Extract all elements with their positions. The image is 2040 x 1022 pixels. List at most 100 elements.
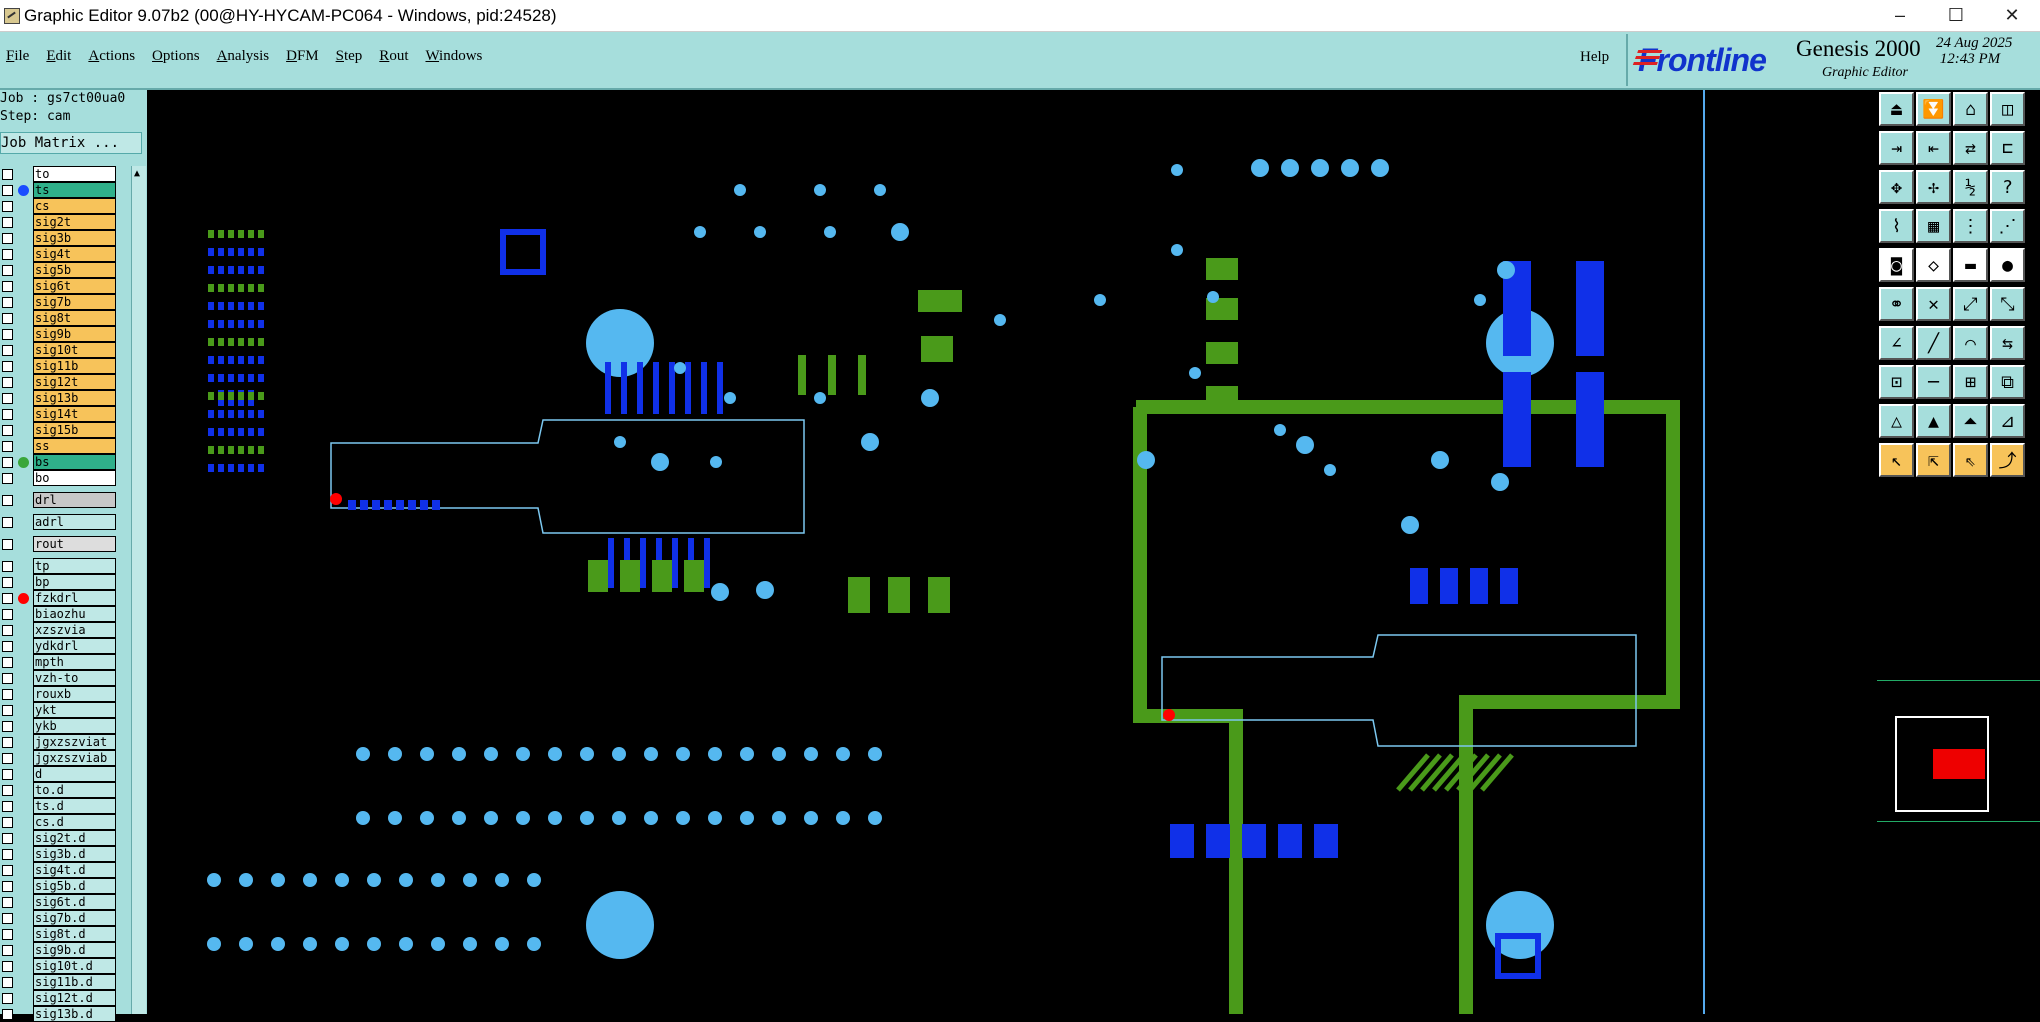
layer-name[interactable]: cs.d bbox=[33, 814, 116, 830]
layer-row-jgxzszviab[interactable]: jgxzszviab bbox=[0, 750, 116, 766]
slope-icon[interactable]: ╱ bbox=[1916, 326, 1951, 360]
overview-viewport[interactable] bbox=[1933, 749, 1985, 779]
layer-checkbox[interactable] bbox=[2, 538, 13, 550]
line-edit-icon[interactable]: ─ bbox=[1916, 365, 1951, 399]
select-outline-icon[interactable]: ⇖ bbox=[1953, 443, 1988, 477]
layer-row-adrl[interactable]: adrl bbox=[0, 514, 116, 530]
menu-rout[interactable]: Rout bbox=[379, 48, 408, 65]
layer-checkbox[interactable] bbox=[2, 928, 13, 940]
select-pointer-icon[interactable]: ↖ bbox=[1879, 443, 1914, 477]
layer-row-sig10t[interactable]: sig10t bbox=[0, 342, 116, 358]
layer-row-bp[interactable]: bp bbox=[0, 574, 116, 590]
layer-name[interactable]: ts bbox=[33, 182, 116, 198]
layer-row-tp[interactable]: tp bbox=[0, 558, 116, 574]
intersect-icon[interactable]: ✕ bbox=[1916, 287, 1951, 321]
layer-scrollbar[interactable]: ▲ bbox=[131, 166, 146, 1014]
flip-icon[interactable]: ⇆ bbox=[1990, 326, 2025, 360]
layer-name[interactable]: sig8t.d bbox=[33, 926, 116, 942]
home-icon[interactable]: ⌂ bbox=[1953, 92, 1988, 126]
layer-row-mpth[interactable]: mpth bbox=[0, 654, 116, 670]
add-pad-icon[interactable]: ◙ bbox=[1879, 248, 1914, 282]
layer-row-sig4t[interactable]: sig4t bbox=[0, 246, 116, 262]
layer-row-bo[interactable]: bo bbox=[0, 470, 116, 486]
layer-checkbox[interactable] bbox=[2, 1008, 13, 1020]
help-icon[interactable]: ? bbox=[1990, 170, 2025, 204]
close-button[interactable]: ✕ bbox=[1984, 0, 2040, 31]
layer-row-sig9b[interactable]: sig9b bbox=[0, 326, 116, 342]
layer-row-sig11b.d[interactable]: sig11b.d bbox=[0, 974, 116, 990]
layer-row-sig4t.d[interactable]: sig4t.d bbox=[0, 862, 116, 878]
layer-checkbox[interactable] bbox=[2, 992, 13, 1004]
pcb-view[interactable] bbox=[148, 90, 1705, 1014]
overview-map[interactable] bbox=[1877, 680, 2040, 822]
layer-name[interactable]: sig10t.d bbox=[33, 958, 116, 974]
menu-file[interactable]: File bbox=[6, 48, 29, 65]
layer-row-jgxzszviat[interactable]: jgxzszviat bbox=[0, 734, 116, 750]
feature-select-icon[interactable]: ⊡ bbox=[1879, 365, 1914, 399]
graphic-canvas[interactable] bbox=[148, 90, 1705, 1014]
export-icon[interactable]: ⇤ bbox=[1916, 131, 1951, 165]
layer-name[interactable]: sig13b.d bbox=[33, 1006, 116, 1022]
layer-checkbox[interactable] bbox=[2, 392, 13, 404]
layer-up-icon[interactable]: ⏏ bbox=[1879, 92, 1914, 126]
layer-name[interactable]: sig14t bbox=[33, 406, 116, 422]
layer-row-sig9b.d[interactable]: sig9b.d bbox=[0, 942, 116, 958]
layer-row-ykb[interactable]: ykb bbox=[0, 718, 116, 734]
layer-name[interactable]: sig7b.d bbox=[33, 910, 116, 926]
layer-checkbox[interactable] bbox=[2, 408, 13, 420]
layer-row-sig7b[interactable]: sig7b bbox=[0, 294, 116, 310]
layer-row-sig8t[interactable]: sig8t bbox=[0, 310, 116, 326]
layer-row-to[interactable]: to bbox=[0, 166, 116, 182]
layer-row-ts.d[interactable]: ts.d bbox=[0, 798, 116, 814]
layer-checkbox[interactable] bbox=[2, 800, 13, 812]
maximize-button[interactable]: ☐ bbox=[1928, 0, 1984, 31]
layer-name[interactable]: sig4t bbox=[33, 246, 116, 262]
triangle-c-icon[interactable]: ⊿ bbox=[1990, 404, 2025, 438]
layer-row-ydkdrl[interactable]: ydkdrl bbox=[0, 638, 116, 654]
layer-name[interactable]: sig11b bbox=[33, 358, 116, 374]
layer-name[interactable]: sig15b bbox=[33, 422, 116, 438]
link-icon[interactable]: ⇄ bbox=[1953, 131, 1988, 165]
layer-checkbox[interactable] bbox=[2, 232, 13, 244]
stretch-icon[interactable]: ⤡ bbox=[1990, 287, 2025, 321]
layer-row-sig3b[interactable]: sig3b bbox=[0, 230, 116, 246]
connect-icon[interactable]: ⚭ bbox=[1879, 287, 1914, 321]
menu-help[interactable]: Help bbox=[1580, 49, 1609, 66]
layer-row-sig3b.d[interactable]: sig3b.d bbox=[0, 846, 116, 862]
layer-name[interactable]: sig9b bbox=[33, 326, 116, 342]
layer-name[interactable]: sig4t.d bbox=[33, 862, 116, 878]
menu-actions[interactable]: Actions bbox=[88, 48, 135, 65]
layer-row-sig13b[interactable]: sig13b bbox=[0, 390, 116, 406]
zoom-fit-icon[interactable]: ✥ bbox=[1879, 170, 1914, 204]
layer-name[interactable]: sig5b bbox=[33, 262, 116, 278]
layer-checkbox[interactable] bbox=[2, 704, 13, 716]
layer-name[interactable]: ydkdrl bbox=[33, 638, 116, 654]
layer-name[interactable]: sig3b bbox=[33, 230, 116, 246]
layer-name[interactable]: d bbox=[33, 766, 116, 782]
angle-icon[interactable]: ∠ bbox=[1879, 326, 1914, 360]
layer-row-to.d[interactable]: to.d bbox=[0, 782, 116, 798]
layer-row-rouxb[interactable]: rouxb bbox=[0, 686, 116, 702]
layer-checkbox[interactable] bbox=[2, 560, 13, 572]
select-net-icon[interactable]: ⤴ bbox=[1990, 443, 2025, 477]
layer-name[interactable]: sig3b.d bbox=[33, 846, 116, 862]
layer-checkbox[interactable] bbox=[2, 672, 13, 684]
layer-row-sig12t.d[interactable]: sig12t.d bbox=[0, 990, 116, 1006]
layer-checkbox[interactable] bbox=[2, 960, 13, 972]
layer-name[interactable]: rouxb bbox=[33, 686, 116, 702]
measure-icon[interactable]: ⌇ bbox=[1879, 209, 1914, 243]
layer-checkbox[interactable] bbox=[2, 864, 13, 876]
add-shape-icon[interactable]: ◇ bbox=[1916, 248, 1951, 282]
group-icon[interactable]: ⧉ bbox=[1990, 365, 2025, 399]
layer-name[interactable]: sig6t bbox=[33, 278, 116, 294]
layer-row-drl[interactable]: drl bbox=[0, 492, 116, 508]
layer-checkbox[interactable] bbox=[2, 976, 13, 988]
layer-name[interactable]: jgxzszviat bbox=[33, 734, 116, 750]
layer-row-sig15b[interactable]: sig15b bbox=[0, 422, 116, 438]
layer-row-xzszvia[interactable]: xzszvia bbox=[0, 622, 116, 638]
select-area-icon[interactable]: ⇱ bbox=[1916, 443, 1951, 477]
layer-name[interactable]: drl bbox=[33, 492, 116, 508]
layer-checkbox[interactable] bbox=[2, 516, 13, 528]
layer-name[interactable]: to bbox=[33, 166, 116, 182]
layer-name[interactable]: sig11b.d bbox=[33, 974, 116, 990]
